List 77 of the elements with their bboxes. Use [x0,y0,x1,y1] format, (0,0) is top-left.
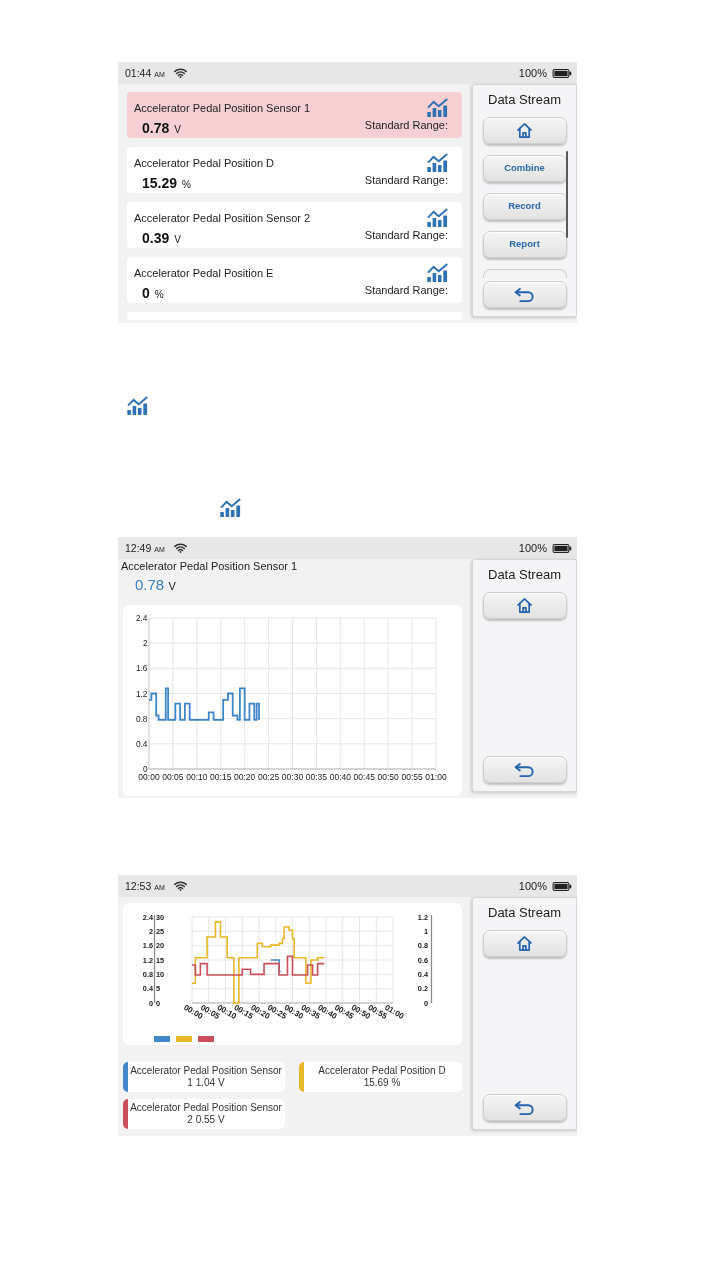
status-time: 01:44 [125,67,152,79]
tick-label: 00:35 [305,772,328,782]
chart-icon [220,498,241,517]
chart-icon[interactable] [427,98,448,117]
tick-label: 00:45 [353,772,375,782]
chart-icon[interactable] [427,263,448,282]
range-label: Standard Range: [364,229,448,242]
tick-label: 2.4 [135,613,148,623]
sensor-value: 0.78 V [142,120,182,138]
tick-label: 0 [142,764,148,774]
tick-label: 00:20 [234,772,256,782]
battery-percent: 100% [518,67,547,79]
sensor-card[interactable]: Accelerator Pedal Position Sensor 1 0.78 V Standard Range: [127,92,462,138]
sensor-name: Accelerator Pedal Position Sensor 2 [134,212,311,225]
sensor-name: Accelerator Pedal Position Sensor 1 [134,102,311,115]
back-button[interactable] [482,281,567,308]
sensor-name: Accelerator Pedal Position E [134,267,274,280]
home-icon [517,123,532,138]
tick-label: 00:55 [401,772,423,782]
panel-title: Data Stream [488,905,561,921]
sensor-value: 0 % [142,285,165,303]
battery-icon [552,543,572,553]
home-icon [517,936,532,951]
tick-label: 0.8 [135,713,148,724]
home-button[interactable] [482,592,567,619]
sensor-title: Accelerator Pedal Position Sensor 1 [121,560,298,573]
tick-label: 00:50 [377,772,399,782]
battery-percent: 100% [518,542,547,554]
tick-label: 00:10 [186,772,208,782]
status-time: 12:49 [125,542,152,554]
tick-label: 00:40 [329,772,351,782]
tick-label: 00:25 [257,772,280,782]
series-label: Accelerator Pedal Position D 15.69 % [317,1064,447,1089]
home-button[interactable] [482,117,567,144]
tick-label: 01:00 [425,772,447,782]
sensor-value: 0.39 V [142,230,182,248]
home-icon [517,598,532,613]
series-label: Accelerator Pedal Position Sensor 2 0.55 V [129,1101,283,1126]
wifi-icon [173,881,187,891]
back-icon [514,762,535,777]
battery-icon [552,68,572,78]
tick-label: 1.6 [135,663,148,674]
battery-percent: 100% [518,880,547,892]
chart-icon[interactable] [427,153,448,172]
sensor-card[interactable]: Accelerator Pedal Position E 0 % Standard Range: [127,257,462,303]
sensor-value: 15.29 % [142,175,192,193]
chart-icon [127,396,148,415]
wifi-icon [173,68,187,78]
range-label: Standard Range: [364,119,448,132]
panel-title: Data Stream [488,92,561,108]
wifi-icon [173,543,187,553]
back-icon [514,287,535,302]
tick-label: 2 [142,638,148,649]
tick-label: 1.2 [135,688,148,699]
back-button[interactable] [482,756,567,783]
menu-button[interactable]: Report [482,231,567,258]
range-label: Standard Range: [364,284,448,297]
sensor-value: 0.78 V [135,576,176,595]
tick-label: 0.4 [135,738,148,749]
panel-title: Data Stream [488,567,561,583]
tick-label: 00:00 [138,772,160,782]
sensor-card[interactable]: Accelerator Pedal Position D 15.29 % Standard Range: [127,147,462,193]
back-button[interactable] [482,1094,567,1121]
chart-icon[interactable] [427,208,448,227]
sensor-name: Accelerator Pedal Position D [134,157,274,170]
sensor-card[interactable]: Accelerator Pedal Position Sensor 2 0.39 V Standard Range: [127,202,462,248]
battery-icon [552,881,572,891]
menu-button[interactable]: Combine [482,155,567,182]
tick-label: 00:30 [281,772,304,782]
back-icon [514,1100,535,1115]
range-label: Standard Range: [364,174,448,187]
series-label: Accelerator Pedal Position Sensor 1 1.04 V [129,1064,283,1089]
tick-label: 00:05 [162,772,184,782]
status-time: 12:53 [125,880,152,892]
tick-label: 00:15 [210,772,232,782]
home-button[interactable] [482,930,567,957]
menu-button[interactable]: Record [482,193,567,220]
